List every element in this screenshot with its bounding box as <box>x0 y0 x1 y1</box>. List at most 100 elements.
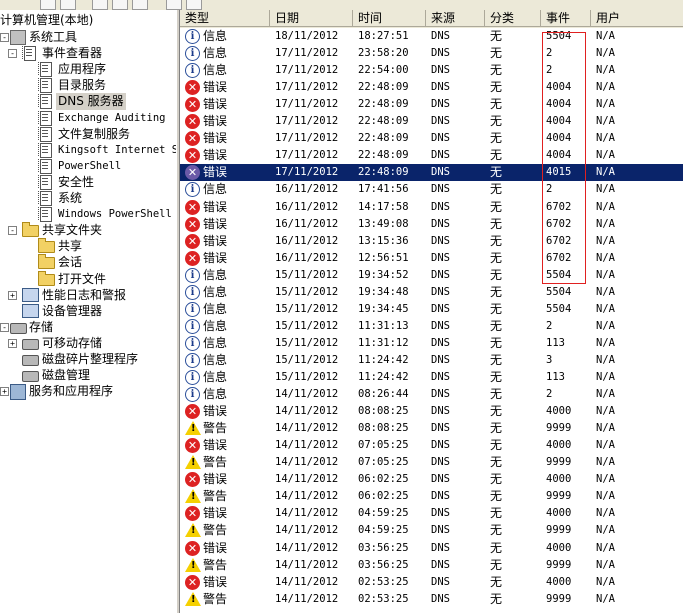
event-type-label: 错误 <box>203 114 228 129</box>
event-source: DNS <box>431 524 450 537</box>
event-row[interactable]: ✕ 错误 17/11/2012 22:48:09 DNS 无 4004 N/A <box>180 79 683 96</box>
event-row[interactable]: ✕ 错误 14/11/2012 04:59:25 DNS 无 4000 N/A <box>180 505 683 522</box>
toolbar-button[interactable] <box>186 0 202 10</box>
event-date: 17/11/2012 <box>275 47 339 60</box>
collapse-icon[interactable]: - <box>0 322 9 332</box>
event-date: 14/11/2012 <box>275 541 339 554</box>
console-tree[interactable]: 计算机管理(本地) - 系统工具 - 事件查看器 应用程序 目录服务 DNS 服务器 Exch… <box>0 10 176 613</box>
event-row[interactable]: ✕ 错误 16/11/2012 14:17:58 DNS 无 6702 N/A <box>180 199 683 216</box>
event-source: DNS <box>431 388 450 401</box>
column-header-event[interactable]: 事件 <box>541 10 591 27</box>
event-type-label: 信息 <box>203 182 228 197</box>
event-type-label: 错误 <box>203 165 228 180</box>
event-row[interactable]: ! 警告 14/11/2012 07:05:25 DNS 无 9999 N/A <box>180 454 683 471</box>
event-row[interactable]: i 信息 15/11/2012 11:24:42 DNS 无 113 N/A <box>180 369 683 386</box>
event-row[interactable]: i 信息 14/11/2012 08:26:44 DNS 无 2 N/A <box>180 386 683 403</box>
expand-icon[interactable]: + <box>0 387 9 397</box>
event-list[interactable]: 类型 日期 时间 来源 分类 事件 用户 i 信息 18/11/2012 18:27:… <box>180 10 683 613</box>
event-row[interactable]: i 信息 17/11/2012 23:58:20 DNS 无 2 N/A <box>180 45 683 62</box>
column-header-source[interactable]: 来源 <box>426 10 485 27</box>
event-category: 无 <box>490 250 503 265</box>
event-category: 无 <box>490 489 503 504</box>
column-header-category[interactable]: 分类 <box>485 10 541 27</box>
collapse-icon[interactable]: - <box>8 49 17 59</box>
toolbar-button[interactable] <box>60 0 76 10</box>
event-category: 无 <box>490 352 503 367</box>
event-date: 15/11/2012 <box>275 336 339 349</box>
event-row[interactable]: ✕ 错误 17/11/2012 22:48:09 DNS 无 4004 N/A <box>180 147 683 164</box>
event-id: 5504 <box>546 30 572 42</box>
column-header-type[interactable]: 类型 <box>180 10 270 27</box>
event-row[interactable]: ✕ 错误 14/11/2012 06:02:25 DNS 无 4000 N/A <box>180 471 683 488</box>
event-row[interactable]: ! 警告 14/11/2012 02:53:25 DNS 无 9999 N/A <box>180 591 683 608</box>
event-row[interactable]: ✕ 错误 17/11/2012 22:48:09 DNS 无 4004 N/A <box>180 130 683 147</box>
event-user: N/A <box>596 183 615 196</box>
event-row[interactable]: ✕ 错误 16/11/2012 13:49:08 DNS 无 6702 N/A <box>180 216 683 233</box>
event-type-cell: ✕ 错误 <box>183 505 267 522</box>
event-time: 08:26:44 <box>358 388 409 401</box>
event-user: N/A <box>596 336 615 349</box>
event-row[interactable]: ✕ 错误 17/11/2012 22:48:09 DNS 无 4004 N/A <box>180 113 683 130</box>
warning-icon: ! <box>185 591 201 606</box>
event-type-label: 警告 <box>203 523 228 538</box>
event-row[interactable]: i 信息 15/11/2012 19:34:45 DNS 无 5504 N/A <box>180 301 683 318</box>
event-date: 17/11/2012 <box>275 166 339 179</box>
event-date: 15/11/2012 <box>275 371 339 383</box>
event-row[interactable]: ! 警告 14/11/2012 03:56:25 DNS 无 9999 N/A <box>180 557 683 574</box>
event-row[interactable]: ✕ 错误 14/11/2012 08:08:25 DNS 无 4000 N/A <box>180 403 683 420</box>
toolbar-button[interactable] <box>132 0 148 10</box>
toolbar-button[interactable] <box>112 0 128 10</box>
event-time: 06:02:25 <box>358 490 409 503</box>
tree-node-label: 共享 <box>58 239 83 254</box>
event-row[interactable]: ! 警告 14/11/2012 08:08:25 DNS 无 9999 N/A <box>180 420 683 437</box>
event-id: 4004 <box>546 98 572 111</box>
event-row[interactable]: ✕ 错误 17/11/2012 22:48:09 DNS 无 4015 N/A <box>180 164 683 182</box>
event-id: 2 <box>546 64 553 77</box>
event-time: 22:54:00 <box>358 64 409 77</box>
event-type-cell: ✕ 错误 <box>183 216 267 233</box>
tree-node-label: 文件复制服务 <box>58 126 131 141</box>
toolbar-button[interactable] <box>166 0 182 10</box>
event-type-label: 信息 <box>203 284 228 299</box>
column-header-time[interactable]: 时间 <box>353 10 426 27</box>
event-row[interactable]: i 信息 15/11/2012 19:34:52 DNS 无 5504 N/A <box>180 267 683 284</box>
event-row[interactable]: ✕ 错误 17/11/2012 22:48:09 DNS 无 4004 N/A <box>180 96 683 113</box>
event-date: 15/11/2012 <box>275 319 339 332</box>
event-type-label: 错误 <box>203 250 228 265</box>
event-type-label: 错误 <box>203 233 228 248</box>
collapse-icon[interactable]: - <box>0 33 9 42</box>
column-header-user[interactable]: 用户 <box>591 10 683 27</box>
event-row[interactable]: ✕ 错误 14/11/2012 07:05:25 DNS 无 4000 N/A <box>180 437 683 454</box>
event-row[interactable]: i 信息 17/11/2012 22:54:00 DNS 无 2 N/A <box>180 62 683 79</box>
event-user: N/A <box>596 439 615 452</box>
event-row[interactable]: ✕ 错误 16/11/2012 12:56:51 DNS 无 6702 N/A <box>180 250 683 267</box>
event-log-icon <box>38 142 52 158</box>
collapse-icon[interactable]: - <box>8 226 17 236</box>
event-row[interactable]: ✕ 错误 16/11/2012 13:15:36 DNS 无 6702 N/A <box>180 233 683 250</box>
toolbar-button[interactable] <box>92 0 108 10</box>
event-type-label: 警告 <box>203 591 228 606</box>
event-row[interactable]: ! 警告 14/11/2012 06:02:25 DNS 无 9999 N/A <box>180 488 683 505</box>
event-time: 19:34:48 <box>358 285 409 298</box>
column-header-date[interactable]: 日期 <box>270 10 353 27</box>
event-id: 2 <box>546 183 553 196</box>
warning-icon: ! <box>185 489 201 504</box>
event-row[interactable]: i 信息 16/11/2012 17:41:56 DNS 无 2 N/A <box>180 181 683 198</box>
event-row[interactable]: i 信息 15/11/2012 19:34:48 DNS 无 5504 N/A <box>180 284 683 301</box>
event-row[interactable]: ! 警告 14/11/2012 04:59:25 DNS 无 9999 N/A <box>180 522 683 539</box>
error-icon: ✕ <box>185 216 200 232</box>
expand-icon[interactable]: + <box>8 338 17 348</box>
event-row[interactable]: i 信息 15/11/2012 11:31:12 DNS 无 113 N/A <box>180 335 683 352</box>
event-row[interactable]: i 信息 15/11/2012 11:24:42 DNS 无 3 N/A <box>180 352 683 369</box>
event-row[interactable]: ✕ 错误 14/11/2012 02:53:25 DNS 无 4000 N/A <box>180 574 683 591</box>
event-type-label: 信息 <box>203 370 228 384</box>
expand-icon[interactable]: + <box>8 290 17 300</box>
event-row[interactable]: i 信息 18/11/2012 18:27:51 DNS 无 5504 N/A <box>180 28 683 45</box>
event-source: DNS <box>431 575 450 588</box>
event-row[interactable]: ✕ 错误 14/11/2012 03:56:25 DNS 无 4000 N/A <box>180 540 683 557</box>
error-icon: ✕ <box>185 506 200 522</box>
event-user: N/A <box>596 30 615 42</box>
toolbar-button[interactable] <box>40 0 56 10</box>
event-row[interactable]: i 信息 15/11/2012 11:31:13 DNS 无 2 N/A <box>180 318 683 335</box>
event-time: 22:48:09 <box>358 132 409 145</box>
